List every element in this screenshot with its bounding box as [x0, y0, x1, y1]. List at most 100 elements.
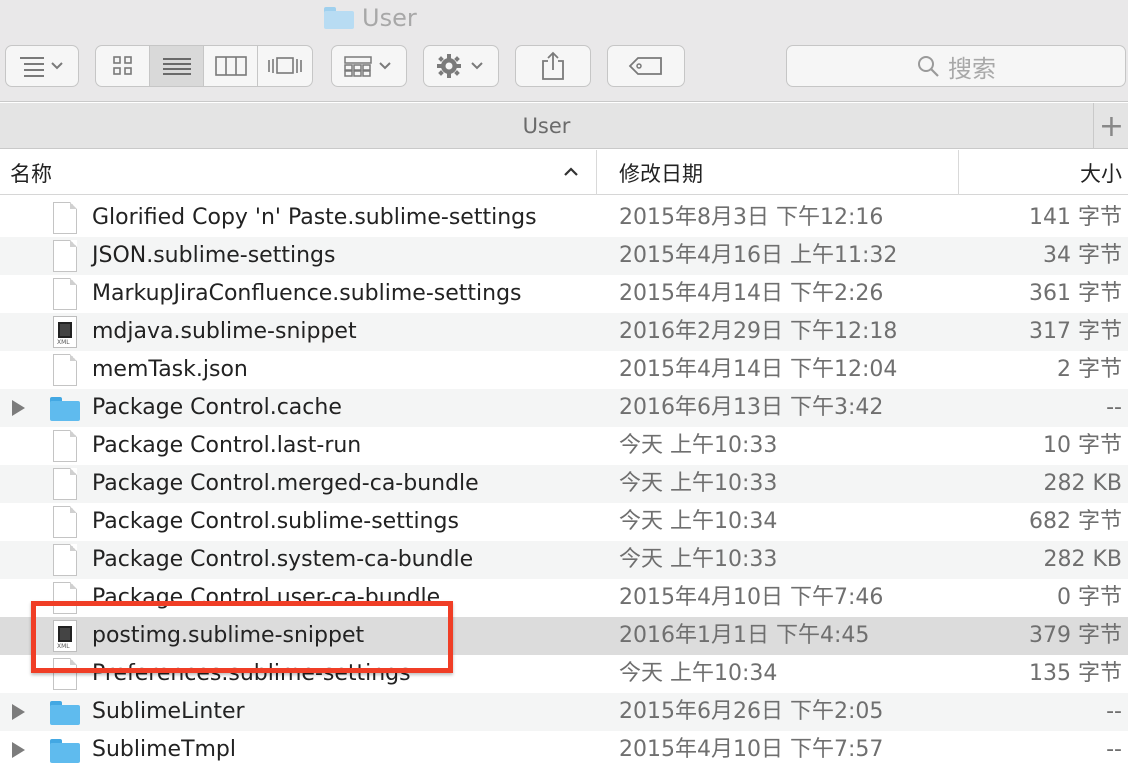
- view-mode-segmented: [95, 45, 313, 87]
- file-size: 141 字节: [1029, 205, 1122, 230]
- disclosure-triangle-icon[interactable]: [12, 742, 25, 758]
- document-icon: [50, 202, 80, 234]
- sidebar-toggle-button[interactable]: [5, 45, 79, 87]
- folder-icon: [50, 392, 80, 424]
- file-name: SublimeTmpl: [92, 737, 237, 762]
- grid-icon: [112, 56, 132, 75]
- file-row[interactable]: XML mdjava.sublime-snippet 2016年2月29日 下午12…: [0, 313, 1128, 351]
- disclosure-triangle-icon[interactable]: [12, 704, 25, 720]
- file-name: Package Control.system-ca-bundle: [92, 547, 474, 572]
- file-size: 34 字节: [1043, 243, 1122, 268]
- folder-icon: [50, 734, 80, 766]
- snippet-file-icon: XML: [50, 620, 80, 652]
- file-row[interactable]: Package Control.last-run 今天 上午10:33 10 字节: [0, 427, 1128, 465]
- disclosure-triangle-icon[interactable]: [12, 400, 25, 416]
- tab-bar: User +: [0, 103, 1128, 149]
- file-size: 2 字节: [1057, 357, 1122, 382]
- size-column-header[interactable]: 大小: [958, 150, 1128, 195]
- file-size: 282 KB: [1043, 547, 1122, 572]
- arrange-icon: [344, 56, 391, 77]
- file-row[interactable]: Glorified Copy 'n' Paste.sublime-setting…: [0, 199, 1128, 237]
- file-size: 10 字节: [1043, 433, 1122, 458]
- folder-icon: [50, 696, 80, 728]
- cover-flow-icon: [268, 57, 302, 74]
- tags-button[interactable]: [607, 45, 685, 87]
- search-field[interactable]: 搜索: [786, 45, 1126, 87]
- list-menu-icon: [20, 57, 63, 77]
- gear-icon: [437, 54, 483, 78]
- document-icon: [50, 354, 80, 386]
- list-icon: [162, 58, 191, 75]
- file-size: 379 字节: [1029, 623, 1122, 648]
- file-modified-date: 2015年4月14日 下午2:26: [619, 281, 884, 306]
- file-row[interactable]: Package Control.merged-ca-bundle 今天 上午10:…: [0, 465, 1128, 503]
- file-row[interactable]: JSON.sublime-settings 2015年4月16日 上午11:32 3…: [0, 237, 1128, 275]
- column-view-button[interactable]: [204, 46, 258, 86]
- name-column-header[interactable]: 名称: [10, 150, 594, 195]
- list-view-button[interactable]: [150, 46, 204, 86]
- file-modified-date: 2015年4月16日 上午11:32: [619, 243, 898, 268]
- file-modified-date: 2016年1月1日 下午4:45: [619, 623, 870, 648]
- file-modified-date: 今天 上午10:33: [619, 471, 778, 496]
- document-icon: [50, 658, 80, 690]
- file-modified-date: 2016年6月13日 下午3:42: [619, 395, 884, 420]
- file-name: Preferences.sublime-settings: [92, 661, 411, 686]
- file-row[interactable]: SublimeLinter 2015年6月26日 下午2:05 --: [0, 693, 1128, 731]
- date-column-header[interactable]: 修改日期: [596, 150, 956, 195]
- file-name: SublimeLinter: [92, 699, 245, 724]
- tab-user[interactable]: User: [0, 103, 1094, 149]
- file-row[interactable]: Preferences.sublime-settings 今天 上午10:34 13…: [0, 655, 1128, 693]
- file-row[interactable]: SublimeTmpl 2015年4月10日 下午7:57 --: [0, 731, 1128, 769]
- file-name: postimg.sublime-snippet: [92, 623, 365, 648]
- file-size: 317 字节: [1029, 319, 1122, 344]
- file-row[interactable]: Package Control.cache 2016年6月13日 下午3:42 --: [0, 389, 1128, 427]
- document-icon: [50, 278, 80, 310]
- new-tab-button[interactable]: +: [1095, 103, 1128, 149]
- icon-view-button[interactable]: [96, 46, 150, 86]
- search-icon: [918, 56, 939, 77]
- search-placeholder: 搜索: [948, 54, 996, 83]
- cover-flow-view-button[interactable]: [258, 46, 312, 86]
- file-modified-date: 今天 上午10:34: [619, 661, 778, 686]
- file-modified-date: 2016年2月29日 下午12:18: [619, 319, 898, 344]
- file-modified-date: 2015年6月26日 下午2:05: [619, 699, 884, 724]
- toolbar: User 搜索: [0, 0, 1128, 102]
- arrange-button[interactable]: [331, 45, 407, 87]
- file-list: Glorified Copy 'n' Paste.sublime-setting…: [0, 199, 1128, 769]
- file-modified-date: 今天 上午10:34: [619, 509, 778, 534]
- document-icon: [50, 506, 80, 538]
- columns-icon: [214, 56, 247, 76]
- file-name: MarkupJiraConfluence.sublime-settings: [92, 281, 522, 306]
- file-modified-date: 2015年4月10日 下午7:57: [619, 737, 884, 762]
- file-modified-date: 今天 上午10:33: [619, 433, 778, 458]
- document-icon: [50, 582, 80, 614]
- file-row[interactable]: Package Control.sublime-settings 今天 上午10:…: [0, 503, 1128, 541]
- file-name: JSON.sublime-settings: [92, 243, 336, 268]
- file-name: mdjava.sublime-snippet: [92, 319, 357, 344]
- folder-icon: [324, 7, 354, 29]
- share-button[interactable]: [515, 45, 591, 87]
- file-row[interactable]: XML postimg.sublime-snippet 2016年1月1日 下午4:…: [0, 617, 1128, 655]
- document-icon: [50, 544, 80, 576]
- window-title: User: [324, 4, 417, 32]
- file-name: Package Control.cache: [92, 395, 342, 420]
- file-row[interactable]: memTask.json 2015年4月14日 下午12:04 2 字节: [0, 351, 1128, 389]
- share-icon: [542, 51, 564, 80]
- tag-icon: [628, 57, 662, 75]
- action-button[interactable]: [423, 45, 499, 87]
- window-title-text: User: [362, 4, 417, 32]
- file-size: 682 字节: [1029, 509, 1122, 534]
- column-header: 名称 修改日期 大小: [0, 150, 1128, 195]
- file-name: memTask.json: [92, 357, 248, 382]
- file-size: --: [1106, 699, 1122, 724]
- file-size: 361 字节: [1029, 281, 1122, 306]
- document-icon: [50, 240, 80, 272]
- file-name: Package Control.user-ca-bundle: [92, 585, 441, 610]
- file-size: --: [1106, 395, 1122, 420]
- file-row[interactable]: MarkupJiraConfluence.sublime-settings 201…: [0, 275, 1128, 313]
- file-size: 135 字节: [1029, 661, 1122, 686]
- file-row[interactable]: Package Control.user-ca-bundle 2015年4月10日…: [0, 579, 1128, 617]
- file-size: 282 KB: [1043, 471, 1122, 496]
- file-row[interactable]: Package Control.system-ca-bundle 今天 上午10:…: [0, 541, 1128, 579]
- file-modified-date: 2015年8月3日 下午12:16: [619, 205, 884, 230]
